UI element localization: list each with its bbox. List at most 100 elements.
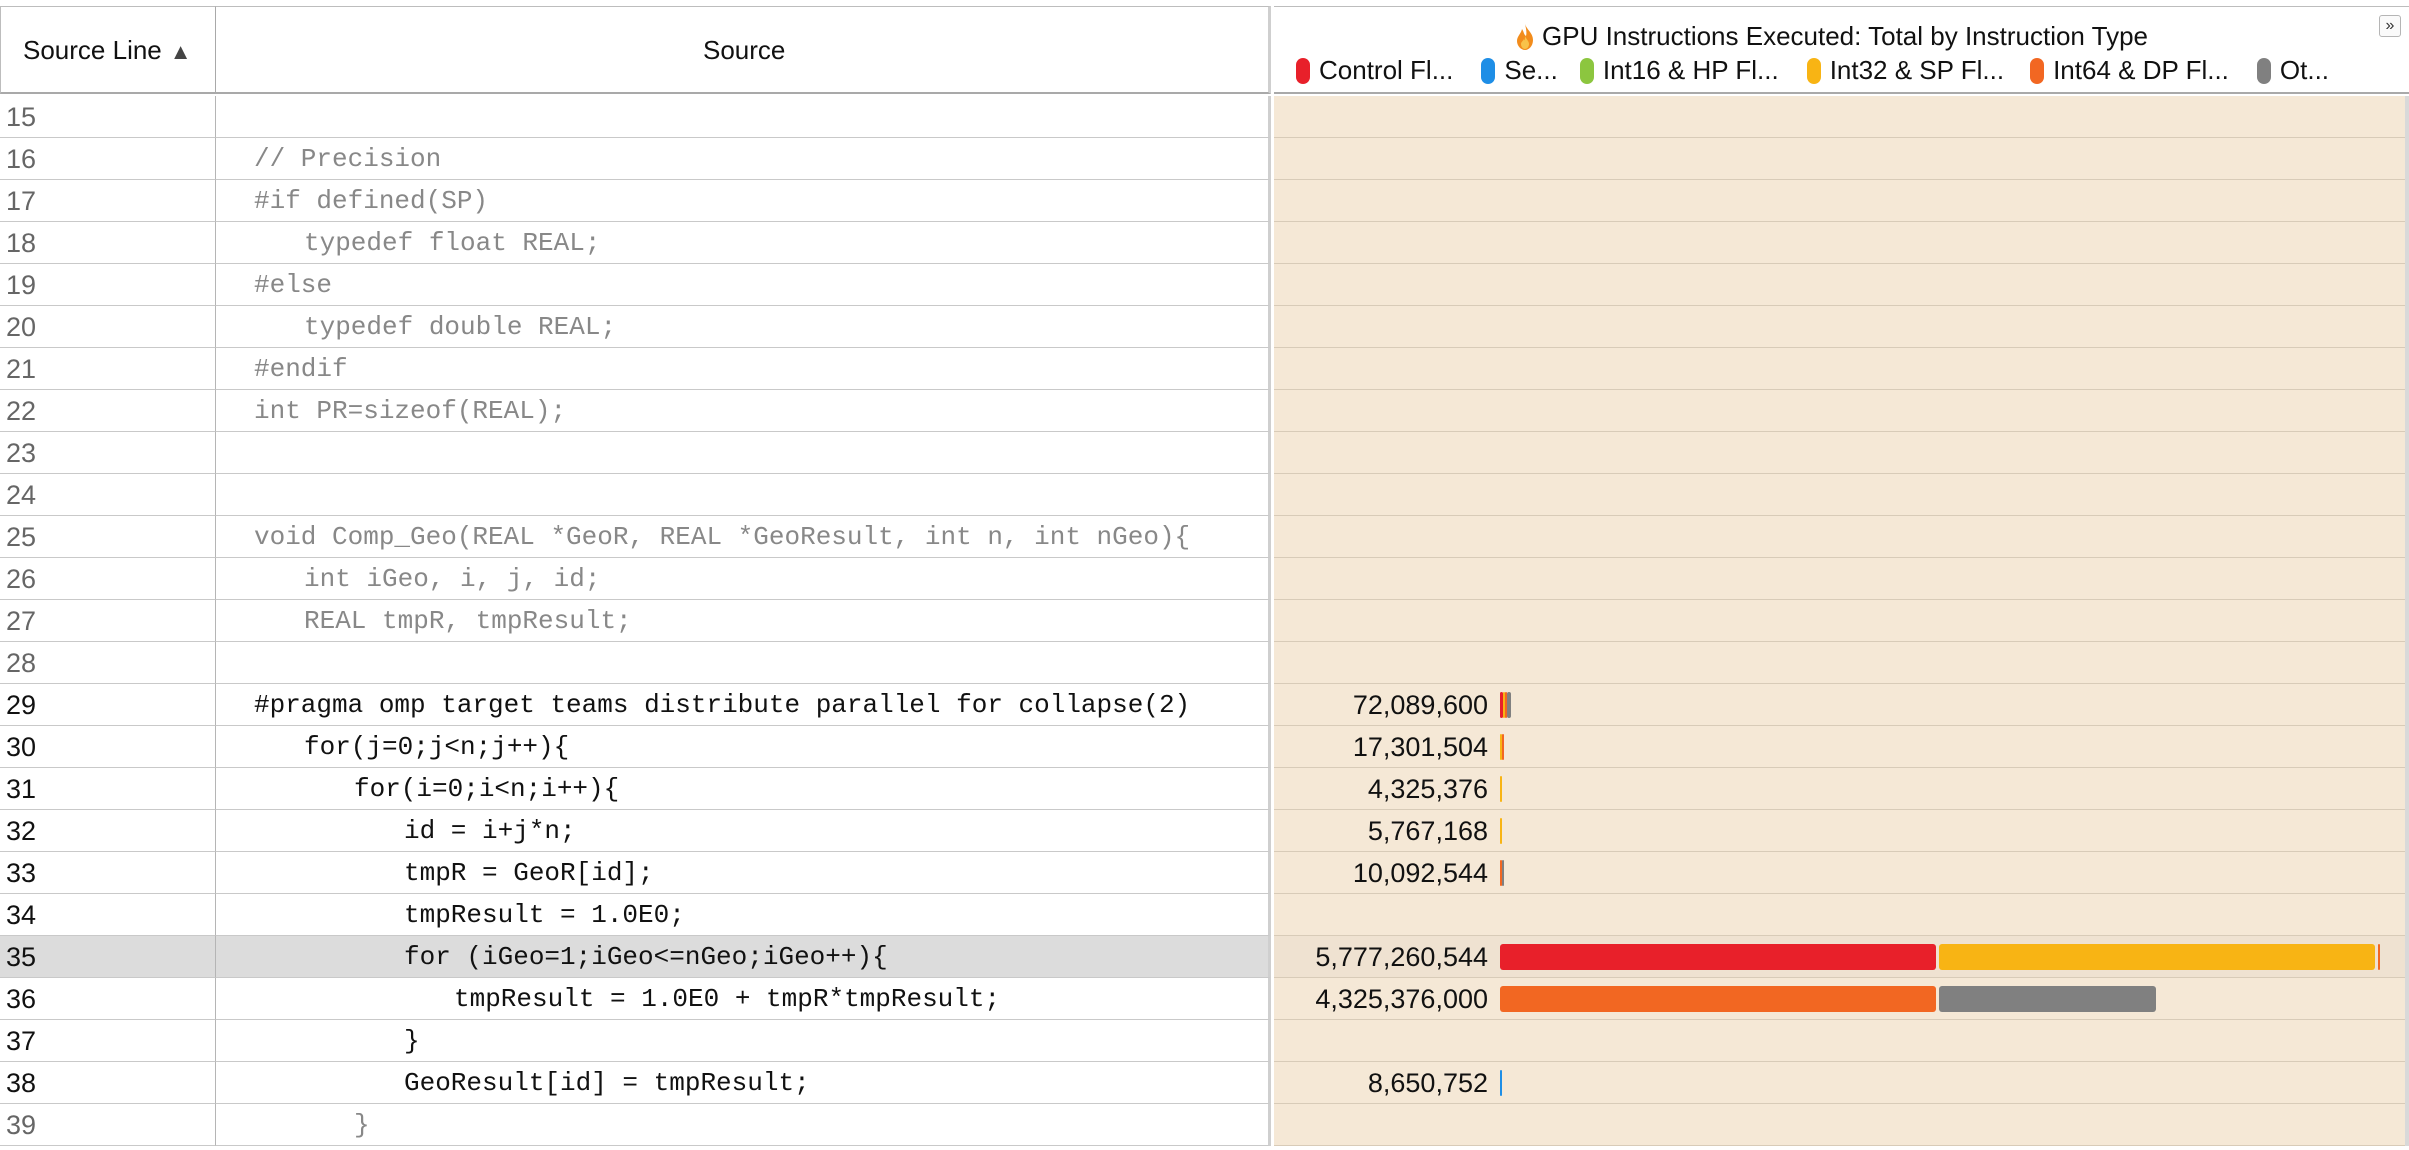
- source-row[interactable]: 30 for(j=0;j<n;j++){17,301,504: [0, 726, 2409, 768]
- source-row[interactable]: 34 tmpResult = 1.0E0;: [0, 894, 2409, 936]
- row-edge: [2405, 894, 2409, 936]
- source-code-text: }: [404, 1026, 420, 1056]
- source-code-cell: for (iGeo=1;iGeo<=nGeo;iGeo++){: [216, 936, 1271, 978]
- source-code-cell: REAL tmpR, tmpResult;: [216, 600, 1271, 642]
- row-edge: [2405, 936, 2409, 978]
- bar-segment-other: [1507, 692, 1511, 718]
- source-row[interactable]: 31 for(i=0;i<n;i++){4,325,376: [0, 768, 2409, 810]
- line-number-cell: 15: [0, 96, 216, 138]
- column-header-source[interactable]: Source: [216, 6, 1271, 94]
- source-row[interactable]: 33 tmpR = GeoR[id]; 10,092,544: [0, 852, 2409, 894]
- source-row[interactable]: 16 // Precision: [0, 138, 2409, 180]
- legend-item[interactable]: Int16 & HP Fl...: [1579, 55, 1779, 86]
- gpu-instructions-cell: [1274, 432, 2405, 474]
- source-row[interactable]: 36 tmpResult = 1.0E0 + tmpR*tmpResult; 4,3…: [0, 978, 2409, 1020]
- line-number-cell: 27: [0, 600, 216, 642]
- source-code-text: REAL tmpR, tmpResult;: [304, 606, 632, 636]
- line-number-cell: 16: [0, 138, 216, 180]
- source-row[interactable]: 27 REAL tmpR, tmpResult;: [0, 600, 2409, 642]
- instruction-type-bar: [1500, 726, 2390, 768]
- line-number: 17: [6, 186, 37, 216]
- source-row[interactable]: 18 typedef float REAL;: [0, 222, 2409, 264]
- source-row[interactable]: 21 #endif: [0, 348, 2409, 390]
- source-row[interactable]: 32 id = i+j*n; 5,767,168: [0, 810, 2409, 852]
- bar-segment-sel: [1500, 1070, 1502, 1096]
- line-number: 30: [6, 732, 37, 762]
- line-number-cell: 37: [0, 1020, 216, 1062]
- row-edge: [2405, 390, 2409, 432]
- source-row[interactable]: 19 #else: [0, 264, 2409, 306]
- line-number: 24: [6, 480, 37, 510]
- source-code-cell: [216, 474, 1271, 516]
- source-row[interactable]: 29 #pragma omp target teams distribute pa…: [0, 684, 2409, 726]
- row-edge: [2405, 96, 2409, 138]
- line-number-cell: 20: [0, 306, 216, 348]
- source-row[interactable]: 23: [0, 432, 2409, 474]
- line-number: 15: [6, 102, 37, 132]
- source-code-cell: for(j=0;j<n;j++){: [216, 726, 1271, 768]
- gpu-instructions-cell: 5,767,168: [1274, 810, 2405, 852]
- source-row[interactable]: 39}: [0, 1104, 2409, 1146]
- line-number-cell: 26: [0, 558, 216, 600]
- legend-item[interactable]: Se...: [1481, 55, 1558, 86]
- source-row[interactable]: 28: [0, 642, 2409, 684]
- gpu-instructions-cell: [1274, 306, 2405, 348]
- source-code-cell: tmpResult = 1.0E0;: [216, 894, 1271, 936]
- source-code-text: tmpResult = 1.0E0 + tmpR*tmpResult;: [454, 984, 1001, 1014]
- expand-columns-button[interactable]: »: [2379, 15, 2401, 37]
- gpu-metric-title-text: GPU Instructions Executed: Total by Inst…: [1542, 21, 2149, 51]
- source-row[interactable]: 15: [0, 96, 2409, 138]
- column-header-source-line[interactable]: Source Line ▲: [0, 6, 216, 94]
- legend-item[interactable]: Int32 & SP Fl...: [1806, 55, 2005, 86]
- legend-label: Int32 & SP Fl...: [1829, 55, 2005, 85]
- bar-segment-int32: [1500, 818, 1502, 844]
- source-code-text: void Comp_Geo(REAL *GeoR, REAL *GeoResul…: [254, 522, 1191, 552]
- gpu-instructions-cell: [1274, 1020, 2405, 1062]
- line-number-cell: 35: [0, 936, 216, 978]
- source-code-text: for(j=0;j<n;j++){: [304, 732, 570, 762]
- gpu-instructions-cell: [1274, 516, 2405, 558]
- source-code-text: int PR=sizeof(REAL);: [254, 396, 567, 426]
- row-edge: [2405, 768, 2409, 810]
- source-line-header-label: Source Line: [23, 35, 162, 65]
- source-row[interactable]: 22 int PR=sizeof(REAL);: [0, 390, 2409, 432]
- legend-item[interactable]: Int64 & DP Fl...: [2030, 55, 2229, 86]
- gpu-instructions-cell: [1274, 390, 2405, 432]
- line-number: 31: [6, 774, 37, 804]
- legend-item[interactable]: Control Fl...: [1296, 55, 1453, 86]
- column-header-gpu-instructions[interactable]: GPU Instructions Executed: Total by Inst…: [1274, 6, 2409, 94]
- legend-swatch: [2256, 57, 2271, 84]
- source-code-cell: tmpR = GeoR[id];: [216, 852, 1271, 894]
- source-code-text: #endif: [254, 354, 348, 384]
- source-code-text: }: [354, 1110, 370, 1140]
- legend-swatch: [1481, 57, 1496, 84]
- instruction-count: 72,089,600: [1352, 690, 1488, 720]
- source-row[interactable]: 24: [0, 474, 2409, 516]
- instruction-type-bar: [1500, 684, 2390, 726]
- sort-ascending-icon: ▲: [169, 39, 192, 64]
- source-code-cell: void Comp_Geo(REAL *GeoR, REAL *GeoResul…: [216, 516, 1271, 558]
- source-row[interactable]: 38 GeoResult[id] = tmpResult; 8,650,752: [0, 1062, 2409, 1104]
- source-code-cell: }: [216, 1020, 1271, 1062]
- source-code-cell: GeoResult[id] = tmpResult;: [216, 1062, 1271, 1104]
- source-code-cell: tmpResult = 1.0E0 + tmpR*tmpResult;: [216, 978, 1271, 1020]
- bar-segment-int32: [1939, 944, 2376, 970]
- line-number-cell: 25: [0, 516, 216, 558]
- row-edge: [2405, 1104, 2409, 1146]
- line-number: 37: [6, 1026, 37, 1056]
- row-edge: [2405, 348, 2409, 390]
- source-code-cell: [216, 642, 1271, 684]
- gpu-instructions-cell: 4,325,376,000: [1274, 978, 2405, 1020]
- source-row[interactable]: 20 typedef double REAL;: [0, 306, 2409, 348]
- source-row[interactable]: 26 int iGeo, i, j, id;: [0, 558, 2409, 600]
- row-edge: [2405, 222, 2409, 264]
- source-row[interactable]: 37}: [0, 1020, 2409, 1062]
- source-code-text: #if defined(SP): [254, 186, 489, 216]
- gpu-instructions-cell: [1274, 1104, 2405, 1146]
- instruction-type-legend: Control Fl... Se... Int16 & HP Fl... Int32 …: [1296, 55, 2329, 86]
- legend-item[interactable]: Ot...: [2256, 55, 2329, 86]
- source-row[interactable]: 17 #if defined(SP): [0, 180, 2409, 222]
- source-row[interactable]: 25 void Comp_Geo(REAL *GeoR, REAL *GeoRes…: [0, 516, 2409, 558]
- source-code-cell: id = i+j*n;: [216, 810, 1271, 852]
- source-row[interactable]: 35 for (iGeo=1;iGeo<=nGeo;iGeo++){5,777,2…: [0, 936, 2409, 978]
